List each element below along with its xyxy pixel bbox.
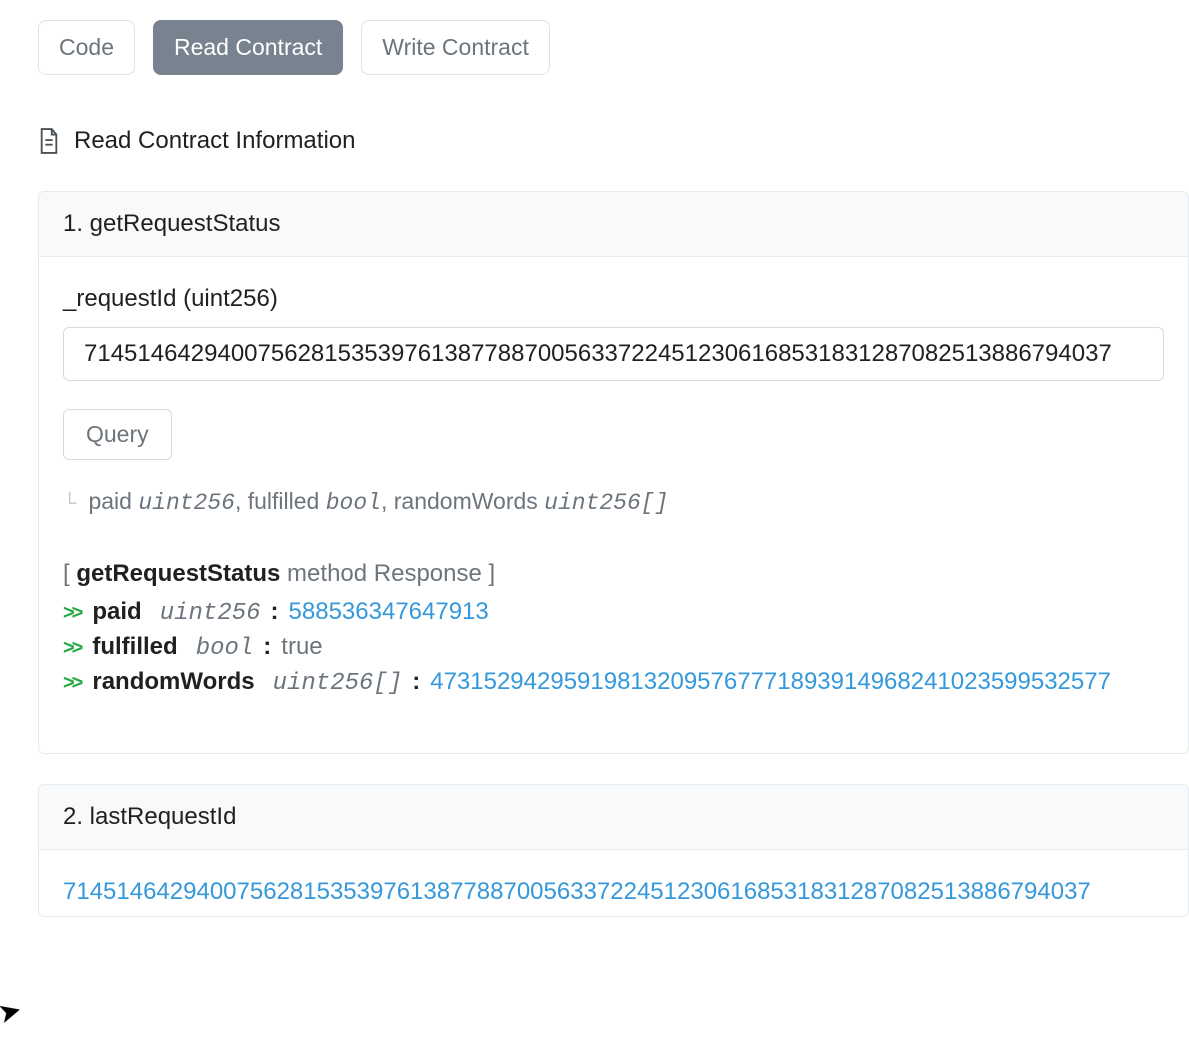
field-type-fulfilled: bool bbox=[196, 635, 254, 662]
field-name-paid: paid bbox=[92, 598, 141, 626]
return-paid-name: paid bbox=[88, 488, 131, 514]
input-label-requestid: _requestId (uint256) bbox=[63, 285, 1164, 313]
field-type-paid: uint256 bbox=[160, 600, 261, 627]
value-randomwords[interactable]: 4731529429591981320957677718939149682410… bbox=[430, 668, 1111, 696]
method-card-getrequeststatus: 1. getRequestStatus _requestId (uint256)… bbox=[38, 191, 1189, 754]
response-row-fulfilled: >> fulfilled bool : true bbox=[63, 633, 1164, 662]
method-header-lastrequestid[interactable]: 2. lastRequestId bbox=[39, 785, 1188, 850]
return-paid-type: uint256 bbox=[138, 490, 235, 516]
contract-tabs: Code Read Contract Write Contract bbox=[38, 20, 1189, 75]
response-row-paid: >> paid uint256 : 588536347647913 bbox=[63, 598, 1164, 627]
tab-read-contract[interactable]: Read Contract bbox=[153, 20, 343, 75]
return-types: └ paid uint256, fulfilled bool, randomWo… bbox=[63, 488, 1164, 516]
value-lastrequestid[interactable]: 7145146429400756281535397613877887005633… bbox=[63, 878, 1164, 906]
method-card-lastrequestid: 2. lastRequestId 71451464294007562815353… bbox=[38, 784, 1189, 917]
cursor-icon: ➤ bbox=[0, 993, 25, 1031]
response-header: [ getRequestStatus method Response ] bbox=[63, 560, 1164, 588]
response-method-name: getRequestStatus bbox=[76, 560, 280, 587]
method-header-getrequeststatus[interactable]: 1. getRequestStatus bbox=[39, 192, 1188, 257]
value-fulfilled: true bbox=[281, 633, 322, 661]
input-requestid[interactable] bbox=[63, 327, 1164, 381]
return-randomwords-name: randomWords bbox=[394, 488, 538, 514]
chevron-right-icon: >> bbox=[63, 637, 80, 660]
return-randomwords-type: uint256[] bbox=[544, 490, 668, 516]
field-type-randomwords: uint256[] bbox=[273, 670, 403, 697]
tab-code[interactable]: Code bbox=[38, 20, 135, 75]
return-fulfilled-type: bool bbox=[326, 490, 381, 516]
query-button[interactable]: Query bbox=[63, 409, 172, 460]
chevron-right-icon: >> bbox=[63, 672, 80, 695]
response-row-randomwords: >> randomWords uint256[] : 4731529429591… bbox=[63, 668, 1164, 697]
field-name-randomwords: randomWords bbox=[92, 668, 254, 696]
tab-write-contract[interactable]: Write Contract bbox=[361, 20, 550, 75]
section-header: Read Contract Information bbox=[38, 127, 1189, 155]
method-body: _requestId (uint256) Query └ paid uint25… bbox=[39, 257, 1188, 753]
return-fulfilled-name: fulfilled bbox=[248, 488, 320, 514]
corner-return-icon: └ bbox=[63, 493, 76, 515]
method-body-lastrequestid: 7145146429400756281535397613877887005633… bbox=[39, 850, 1188, 916]
chevron-right-icon: >> bbox=[63, 602, 80, 625]
document-icon bbox=[38, 127, 60, 155]
value-paid[interactable]: 588536347647913 bbox=[289, 598, 489, 626]
section-title: Read Contract Information bbox=[74, 127, 355, 155]
field-name-fulfilled: fulfilled bbox=[92, 633, 177, 661]
